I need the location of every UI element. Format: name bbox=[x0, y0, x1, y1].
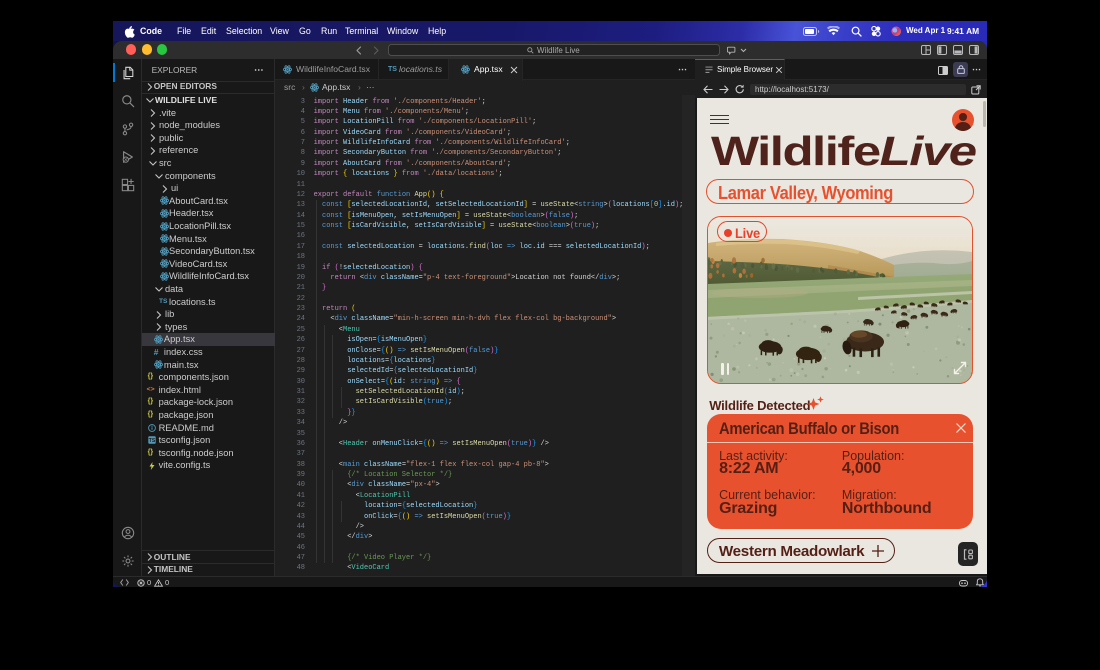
svg-text:TS: TS bbox=[148, 438, 155, 444]
